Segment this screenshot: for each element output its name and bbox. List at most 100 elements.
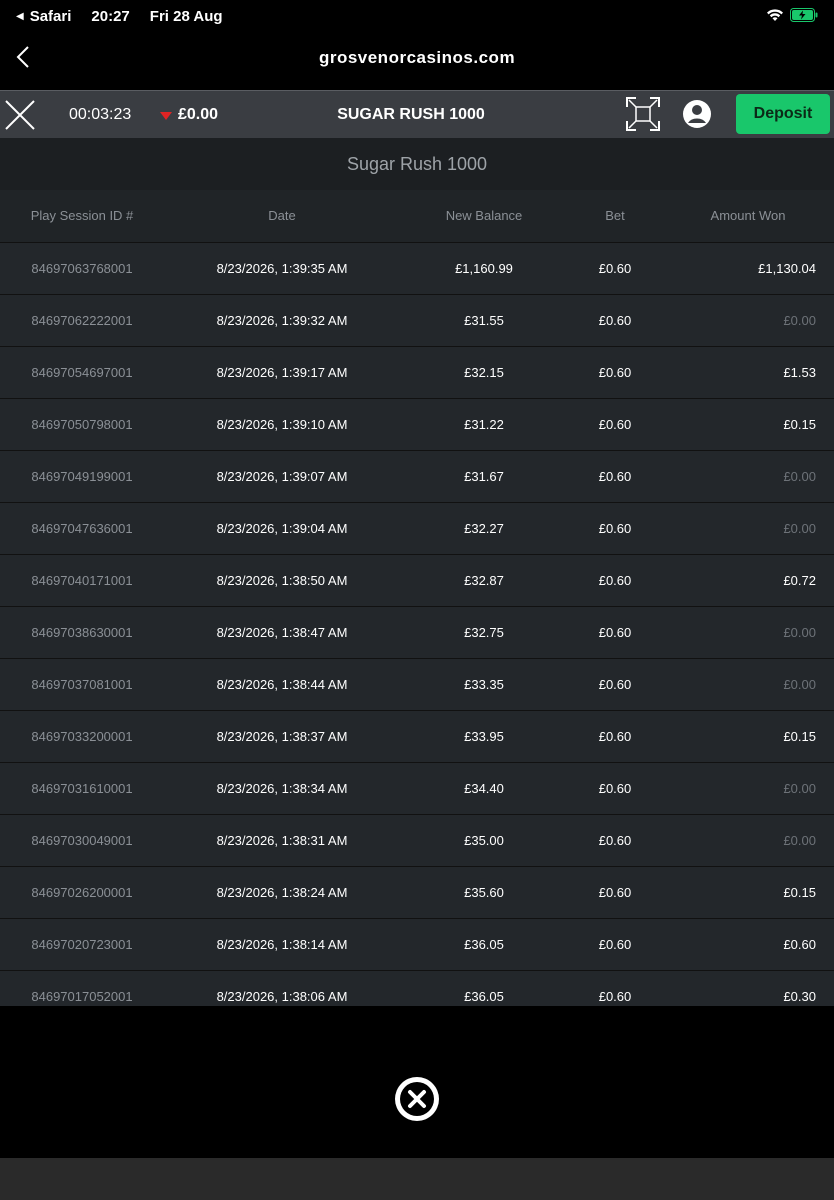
- new-balance-cell: £32.87: [400, 554, 568, 607]
- date-cell: 8/23/2026, 1:38:47 AM: [164, 606, 400, 659]
- session-id-cell: 84697017052001: [0, 970, 164, 1006]
- session-id-cell: 84697020723001: [0, 918, 164, 971]
- browser-domain[interactable]: grosvenorcasinos.com: [0, 48, 834, 68]
- session-id-cell: 84697050798001: [0, 398, 164, 451]
- session-id-cell: 84697040171001: [0, 554, 164, 607]
- close-circle-icon[interactable]: [393, 1075, 441, 1123]
- amount-won-cell: £0.00: [662, 658, 834, 711]
- table-row: 84697020723001 8/23/2026, 1:38:14 AM £36.0…: [0, 918, 834, 971]
- new-balance-cell: £31.67: [400, 450, 568, 503]
- bet-cell: £0.60: [568, 606, 662, 659]
- amount-won-cell: £0.15: [662, 866, 834, 919]
- amount-won-cell: £0.00: [662, 502, 834, 555]
- session-id-cell: 84697049199001: [0, 450, 164, 503]
- amount-won-cell: £0.00: [662, 762, 834, 815]
- session-id-cell: 84697030049001: [0, 814, 164, 867]
- date-cell: 8/23/2026, 1:38:06 AM: [164, 970, 400, 1006]
- date-cell: 8/23/2026, 1:38:50 AM: [164, 554, 400, 607]
- table-row: 84697026200001 8/23/2026, 1:38:24 AM £35.6…: [0, 866, 834, 919]
- table-row: 84697037081001 8/23/2026, 1:38:44 AM £33.3…: [0, 658, 834, 711]
- date-cell: 8/23/2026, 1:38:24 AM: [164, 866, 400, 919]
- column-header-bet: Bet: [568, 190, 662, 243]
- date-cell: 8/23/2026, 1:38:14 AM: [164, 918, 400, 971]
- column-header-date: Date: [164, 190, 400, 243]
- status-date: Fri 28 Aug: [149, 8, 223, 25]
- amount-won-cell: £0.15: [662, 710, 834, 763]
- amount-won-cell: £0.72: [662, 554, 834, 607]
- date-cell: 8/23/2026, 1:39:07 AM: [164, 450, 400, 503]
- table-row: 84697049199001 8/23/2026, 1:39:07 AM £31.6…: [0, 450, 834, 503]
- column-header-amount-won: Amount Won: [662, 190, 834, 243]
- fullscreen-icon[interactable]: [626, 97, 660, 131]
- table-row: 84697062222001 8/23/2026, 1:39:32 AM £31.5…: [0, 294, 834, 347]
- amount-won-cell: £0.15: [662, 398, 834, 451]
- bet-cell: £0.60: [568, 710, 662, 763]
- new-balance-cell: £31.22: [400, 398, 568, 451]
- bet-cell: £0.60: [568, 970, 662, 1006]
- table-row: 84697047636001 8/23/2026, 1:39:04 AM £32.2…: [0, 502, 834, 555]
- session-id-cell: 84697038630001: [0, 606, 164, 659]
- bet-cell: £0.60: [568, 658, 662, 711]
- new-balance-cell: £33.35: [400, 658, 568, 711]
- date-cell: 8/23/2026, 1:38:34 AM: [164, 762, 400, 815]
- session-id-cell: 84697063768001: [0, 242, 164, 295]
- game-history-panel: Sugar Rush 1000 Play Session ID # Date N…: [0, 138, 834, 1006]
- bet-cell: £0.60: [568, 346, 662, 399]
- new-balance-cell: £33.95: [400, 710, 568, 763]
- bottom-strip: [0, 1158, 834, 1200]
- bet-cell: £0.60: [568, 294, 662, 347]
- session-id-cell: 84697026200001: [0, 866, 164, 919]
- amount-won-cell: £1.53: [662, 346, 834, 399]
- date-cell: 8/23/2026, 1:39:04 AM: [164, 502, 400, 555]
- date-cell: 8/23/2026, 1:38:31 AM: [164, 814, 400, 867]
- bet-cell: £0.60: [568, 242, 662, 295]
- status-bar: ◀ Safari 20:27 Fri 28 Aug: [0, 0, 834, 34]
- table-row: 84697054697001 8/23/2026, 1:39:17 AM £32.1…: [0, 346, 834, 399]
- back-app-name[interactable]: Safari: [30, 8, 72, 25]
- session-id-cell: 84697054697001: [0, 346, 164, 399]
- bet-cell: £0.60: [568, 918, 662, 971]
- amount-won-cell: £0.30: [662, 970, 834, 1006]
- table-row: 84697063768001 8/23/2026, 1:39:35 AM £1,16…: [0, 242, 834, 295]
- new-balance-cell: £31.55: [400, 294, 568, 347]
- bet-cell: £0.60: [568, 398, 662, 451]
- column-header-new-balance: New Balance: [400, 190, 568, 243]
- session-id-cell: 84697062222001: [0, 294, 164, 347]
- amount-won-cell: £0.00: [662, 814, 834, 867]
- date-cell: 8/23/2026, 1:39:17 AM: [164, 346, 400, 399]
- amount-won-cell: £0.00: [662, 294, 834, 347]
- session-id-cell: 84697031610001: [0, 762, 164, 815]
- new-balance-cell: £34.40: [400, 762, 568, 815]
- session-id-cell: 84697047636001: [0, 502, 164, 555]
- table-header-row: Play Session ID # Date New Balance Bet A…: [0, 190, 834, 243]
- session-id-cell: 84697037081001: [0, 658, 164, 711]
- table-row: 84697033200001 8/23/2026, 1:38:37 AM £33.9…: [0, 710, 834, 763]
- back-to-app-icon[interactable]: ◀: [16, 11, 24, 22]
- amount-won-cell: £0.60: [662, 918, 834, 971]
- account-icon[interactable]: [682, 99, 712, 129]
- date-cell: 8/23/2026, 1:38:44 AM: [164, 658, 400, 711]
- date-cell: 8/23/2026, 1:38:37 AM: [164, 710, 400, 763]
- table-row: 84697050798001 8/23/2026, 1:39:10 AM £31.2…: [0, 398, 834, 451]
- history-title: Sugar Rush 1000: [0, 138, 834, 190]
- bet-cell: £0.60: [568, 866, 662, 919]
- session-id-cell: 84697033200001: [0, 710, 164, 763]
- browser-address-bar: grosvenorcasinos.com: [0, 34, 834, 90]
- new-balance-cell: £35.60: [400, 866, 568, 919]
- bet-cell: £0.60: [568, 814, 662, 867]
- new-balance-cell: £32.75: [400, 606, 568, 659]
- wifi-icon: [767, 9, 783, 21]
- new-balance-cell: £1,160.99: [400, 242, 568, 295]
- bet-cell: £0.60: [568, 762, 662, 815]
- table-row: 84697017052001 8/23/2026, 1:38:06 AM £36.0…: [0, 970, 834, 1006]
- table-row: 84697038630001 8/23/2026, 1:38:47 AM £32.7…: [0, 606, 834, 659]
- status-left: ◀ Safari 20:27 Fri 28 Aug: [16, 8, 223, 25]
- new-balance-cell: £36.05: [400, 970, 568, 1006]
- new-balance-cell: £35.00: [400, 814, 568, 867]
- amount-won-cell: £1,130.04: [662, 242, 834, 295]
- deposit-button[interactable]: Deposit: [736, 94, 830, 134]
- new-balance-cell: £36.05: [400, 918, 568, 971]
- battery-charging-icon: [790, 8, 818, 22]
- bet-cell: £0.60: [568, 502, 662, 555]
- new-balance-cell: £32.15: [400, 346, 568, 399]
